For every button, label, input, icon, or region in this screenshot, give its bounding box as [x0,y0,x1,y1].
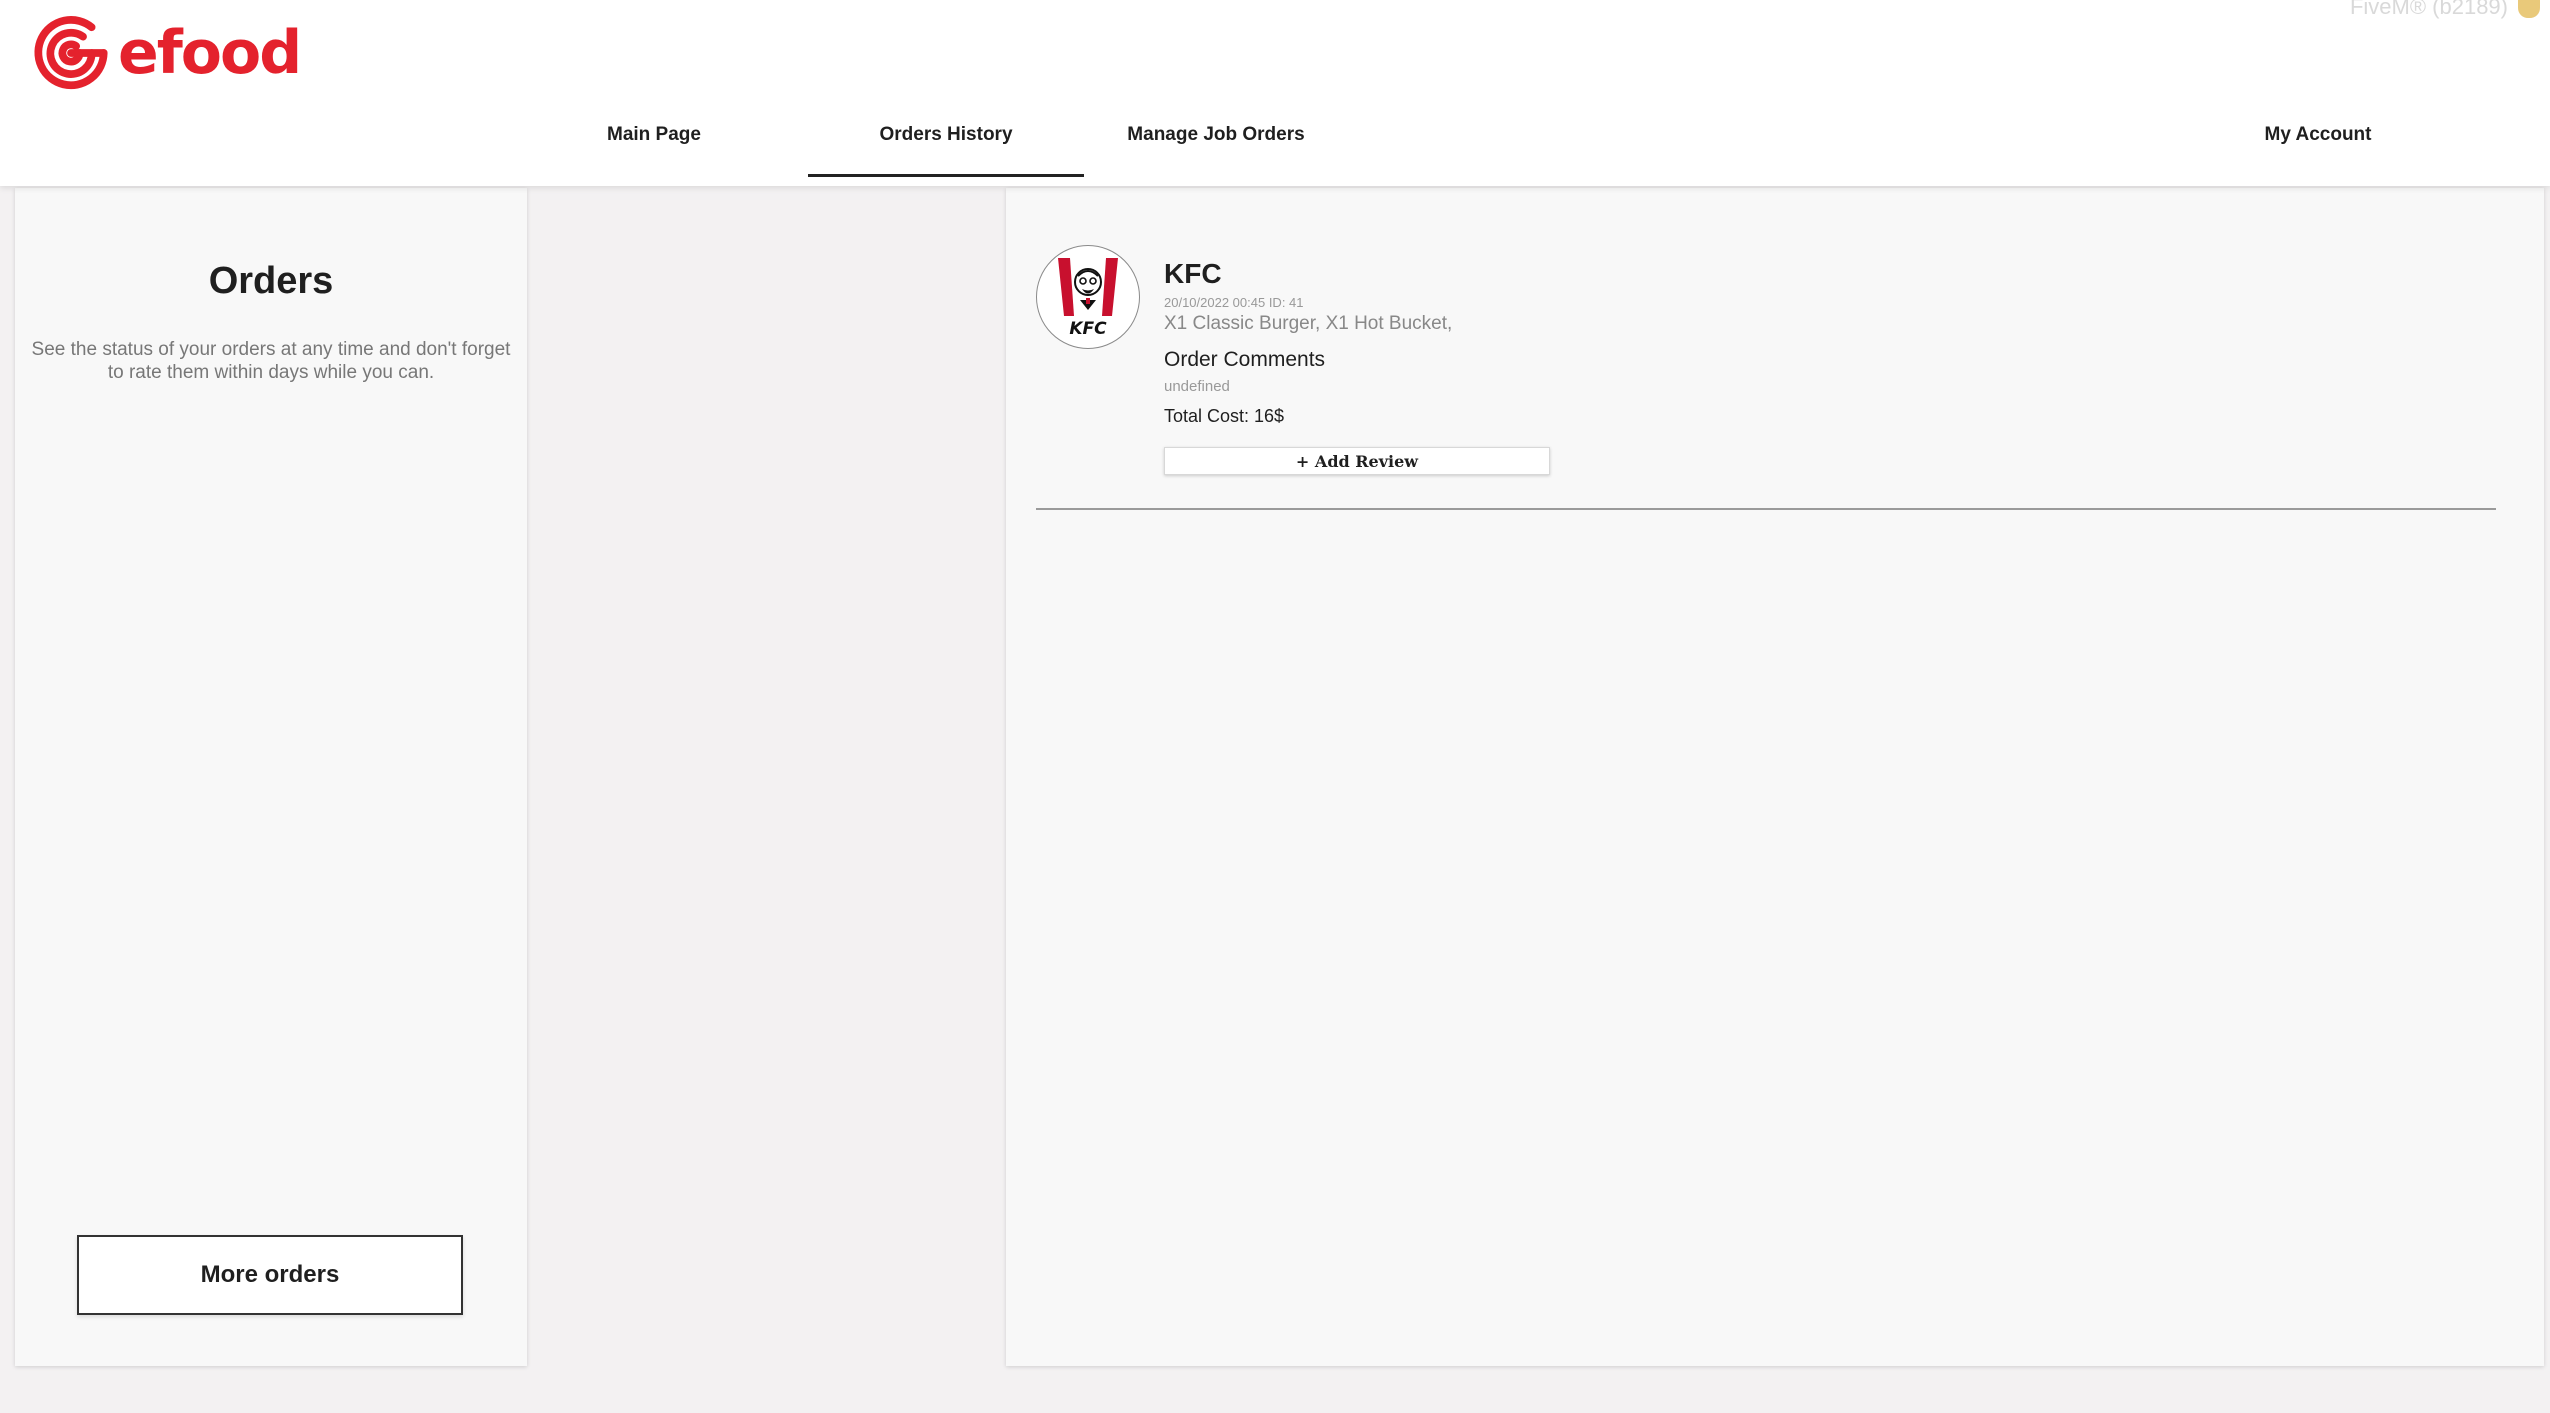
order-divider [1036,508,2496,510]
nav-my-account[interactable]: My Account [2240,124,2396,154]
kfc-logo-text: KFC [1069,319,1107,339]
nav-orders-history[interactable]: Orders History [808,124,1084,154]
orders-title: Orders [208,260,334,302]
efood-swirl-logo-icon [34,16,108,90]
more-orders-button[interactable]: More orders [77,1235,463,1315]
fivem-watermark: FiveM® (b2189) [2349,0,2508,19]
order-list-panel: KFC KFC 20/10/2022 00:45 ID: 41 X1 Class… [1006,188,2544,1366]
order-meta: 20/10/2022 00:45 ID: 41 [1164,295,1304,310]
brand-name: efood [118,18,302,88]
nav-main-page[interactable]: Main Page [560,124,748,154]
order-comments-value: undefined [1164,378,1230,395]
add-review-button[interactable]: + Add Review [1164,447,1550,475]
kfc-logo-icon: KFC [1058,258,1118,339]
orders-sidebar: Orders See the status of your orders at … [15,188,527,1366]
nav-manage-job-orders[interactable]: Manage Job Orders [1116,124,1316,154]
order-total: Total Cost: 16$ [1164,406,1285,426]
restaurant-name: KFC [1164,258,1222,289]
efood-logo[interactable]: efood [28,10,328,96]
active-tab-indicator [808,174,1084,177]
orders-description: See the status of your orders at any tim… [31,339,511,383]
fivem-icon [2518,0,2540,18]
top-header: efood FiveM® (b2189) Main Page Orders Hi… [0,0,2550,186]
order-items: X1 Classic Burger, X1 Hot Bucket, [1164,313,1453,334]
order-comments-label: Order Comments [1164,348,1326,371]
restaurant-logo: KFC [1036,245,1140,349]
